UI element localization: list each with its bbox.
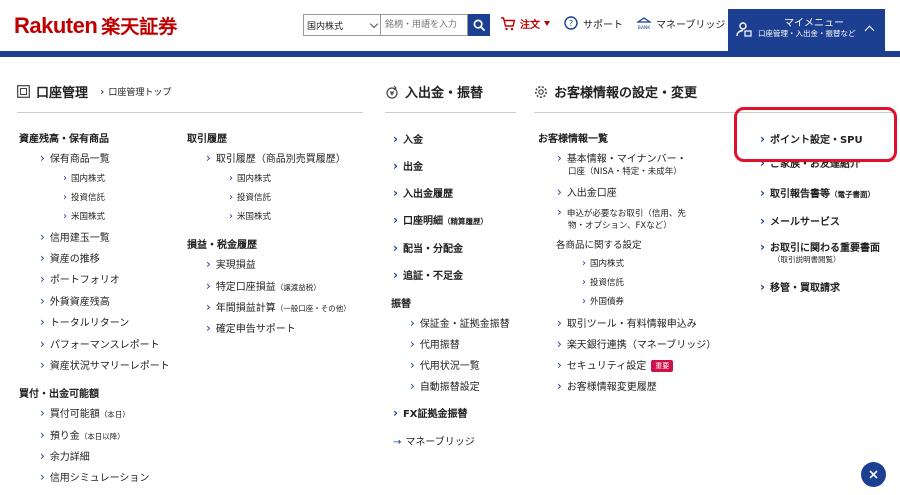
caret-down-icon <box>544 21 550 26</box>
category-customer-info: お客様情報一覧 <box>538 134 608 145</box>
link-deposit[interactable]: 入金 <box>393 131 423 146</box>
section-deposit: ¥ 入出金・振替 <box>385 82 483 101</box>
section-account: 口座管理 口座管理トップ <box>17 82 171 101</box>
search-icon <box>473 19 485 31</box>
link-dividends[interactable]: 配当・分配金 <box>393 240 463 255</box>
section-divider <box>385 112 516 113</box>
link-buying-power[interactable]: 買付可能額（本日） <box>40 405 130 420</box>
category-buying-power: 買付・出金可能額 <box>19 389 99 400</box>
link-settings-domestic-stock[interactable]: 国内株式 <box>582 257 624 269</box>
link-application-required-cont[interactable]: 物・オプション、FXなど） <box>568 219 672 231</box>
category-pnl-tax: 損益・税金履歴 <box>187 240 257 251</box>
coin-transfer-icon: ¥ <box>386 85 398 99</box>
link-trade-reports[interactable]: 取引報告書等（電子書面） <box>760 185 875 200</box>
link-margin-transfer[interactable]: 保証金・証拠金振替 <box>410 315 510 330</box>
link-history-us-stock[interactable]: 米国株式 <box>229 210 271 222</box>
link-asset-summary-report[interactable]: 資産状況サマリーレポート <box>40 357 170 372</box>
link-transfer-buyback[interactable]: 移管・買取請求 <box>760 279 840 294</box>
link-important-documents[interactable]: お取引に関わる重要書面 <box>760 239 880 254</box>
search-button[interactable] <box>468 14 490 36</box>
link-info-change-history[interactable]: お客様情報変更履歴 <box>557 378 657 393</box>
link-holdings-list[interactable]: 保有商品一覧 <box>40 150 110 165</box>
search-category-select[interactable]: 国内株式 <box>303 14 380 36</box>
link-margin-details[interactable]: 余力詳細 <box>40 448 90 463</box>
breadcrumb-account-top[interactable]: 口座管理トップ <box>100 85 171 98</box>
bank-icon: BANK <box>636 16 652 31</box>
category-transfer: 振替 <box>391 299 411 310</box>
link-specific-account-pnl[interactable]: 特定口座損益（譲渡益税） <box>206 278 321 293</box>
search-bar: 国内株式 <box>303 14 490 36</box>
link-margin-simulation[interactable]: 信用シミュレーション <box>40 469 150 484</box>
link-history-mutual-fund[interactable]: 投資信託 <box>229 191 271 203</box>
close-icon <box>869 470 878 479</box>
section-settings: お客様情報の設定・変更 <box>534 82 697 101</box>
link-realized-pnl[interactable]: 実現損益 <box>206 256 256 271</box>
order-menu[interactable]: 注文 <box>500 16 550 31</box>
link-deposit-balance[interactable]: 預り金（本日以降） <box>40 427 125 442</box>
close-menu-button[interactable] <box>861 462 886 487</box>
link-security-settings[interactable]: セキュリティ設定重要 <box>557 357 674 372</box>
link-annual-pnl[interactable]: 年間損益計算（一般口座・その他） <box>206 299 351 314</box>
link-margin-positions[interactable]: 信用建玉一覧 <box>40 229 110 244</box>
user-icon <box>736 22 752 37</box>
section-divider <box>17 112 363 113</box>
chevron-down-icon <box>369 19 379 29</box>
link-settings-mutual-fund[interactable]: 投資信託 <box>582 276 624 288</box>
link-account-statement[interactable]: 口座明細（精算履歴） <box>393 212 488 227</box>
highlight-annotation <box>734 107 897 162</box>
header-divider <box>0 51 900 57</box>
svg-text:?: ? <box>569 19 573 28</box>
svg-text:¥: ¥ <box>390 90 395 97</box>
link-trade-history[interactable]: 取引履歴（商品別売買履歴） <box>206 150 346 165</box>
link-foreign-assets[interactable]: 外貨資産残高 <box>40 293 110 308</box>
link-portfolio[interactable]: ポートフォリオ <box>40 271 120 286</box>
link-withdrawal[interactable]: 出金 <box>393 158 423 173</box>
link-holdings-us-stock[interactable]: 米国株式 <box>63 210 105 222</box>
link-basic-info[interactable]: 基本情報・マイナンバー・ <box>557 150 687 165</box>
svg-text:BANK: BANK <box>638 25 652 31</box>
link-application-required[interactable]: 申込が必要なお取引（信用、先 <box>557 205 686 219</box>
link-rakuten-bank-link[interactable]: 楽天銀行連携（マネーブリッジ） <box>557 336 716 351</box>
link-holdings-mutual-fund[interactable]: 投資信託 <box>63 191 105 203</box>
support-chat-icon: ? <box>564 16 578 30</box>
category-assets: 資産残高・保有商品 <box>19 134 109 145</box>
search-input[interactable] <box>380 14 468 36</box>
link-margin-call[interactable]: 追証・不足金 <box>393 267 463 282</box>
link-tools-application[interactable]: 取引ツール・有料情報申込み <box>557 315 697 330</box>
chevron-up-icon <box>864 25 875 36</box>
my-menu-button[interactable]: マイメニュー 口座管理・入出金・振替など <box>728 9 885 51</box>
link-mail-service[interactable]: メールサービス <box>760 213 840 228</box>
link-money-bridge[interactable]: マネーブリッジ <box>393 433 474 448</box>
link-total-return[interactable]: トータルリターン <box>40 314 130 329</box>
link-bank-account[interactable]: 入出金口座 <box>557 184 617 199</box>
link-performance-report[interactable]: パフォーマンスレポート <box>40 336 160 351</box>
rakuten-logo[interactable]: Rakuten 楽天証券 <box>14 12 177 39</box>
link-fx-margin-transfer[interactable]: FX証拠金振替 <box>393 405 468 420</box>
link-basic-info-cont[interactable]: 口座（NISA・特定・未成年） <box>568 165 682 177</box>
account-icon <box>17 85 30 98</box>
category-trade-history: 取引履歴 <box>187 134 227 145</box>
link-history-domestic-stock[interactable]: 国内株式 <box>229 172 271 184</box>
link-settings-foreign-bonds[interactable]: 外国債券 <box>582 295 624 307</box>
cart-icon <box>501 16 516 30</box>
gear-icon <box>535 85 547 98</box>
money-bridge-link[interactable]: BANK マネーブリッジ <box>636 16 725 31</box>
header: Rakuten楽天証券 国内株式 注文 ? サポート BANK マネーブリッジ … <box>0 0 900 51</box>
link-tax-return-support[interactable]: 確定申告サポート <box>206 320 296 335</box>
link-asset-history[interactable]: 資産の推移 <box>40 250 100 265</box>
link-substitute-status[interactable]: 代用状況一覧 <box>410 357 480 372</box>
link-substitute-transfer[interactable]: 代用振替 <box>410 336 460 351</box>
link-holdings-domestic-stock[interactable]: 国内株式 <box>63 172 105 184</box>
link-deposit-history[interactable]: 入出金履歴 <box>393 185 453 200</box>
link-important-documents-sub[interactable]: （取引説明書閲覧） <box>773 254 841 265</box>
subcategory-product-settings: 各商品に関する設定 <box>556 240 642 251</box>
support-link[interactable]: ? サポート <box>563 16 623 31</box>
link-auto-transfer-settings[interactable]: 自動振替設定 <box>410 378 480 393</box>
important-badge: 重要 <box>651 360 674 372</box>
